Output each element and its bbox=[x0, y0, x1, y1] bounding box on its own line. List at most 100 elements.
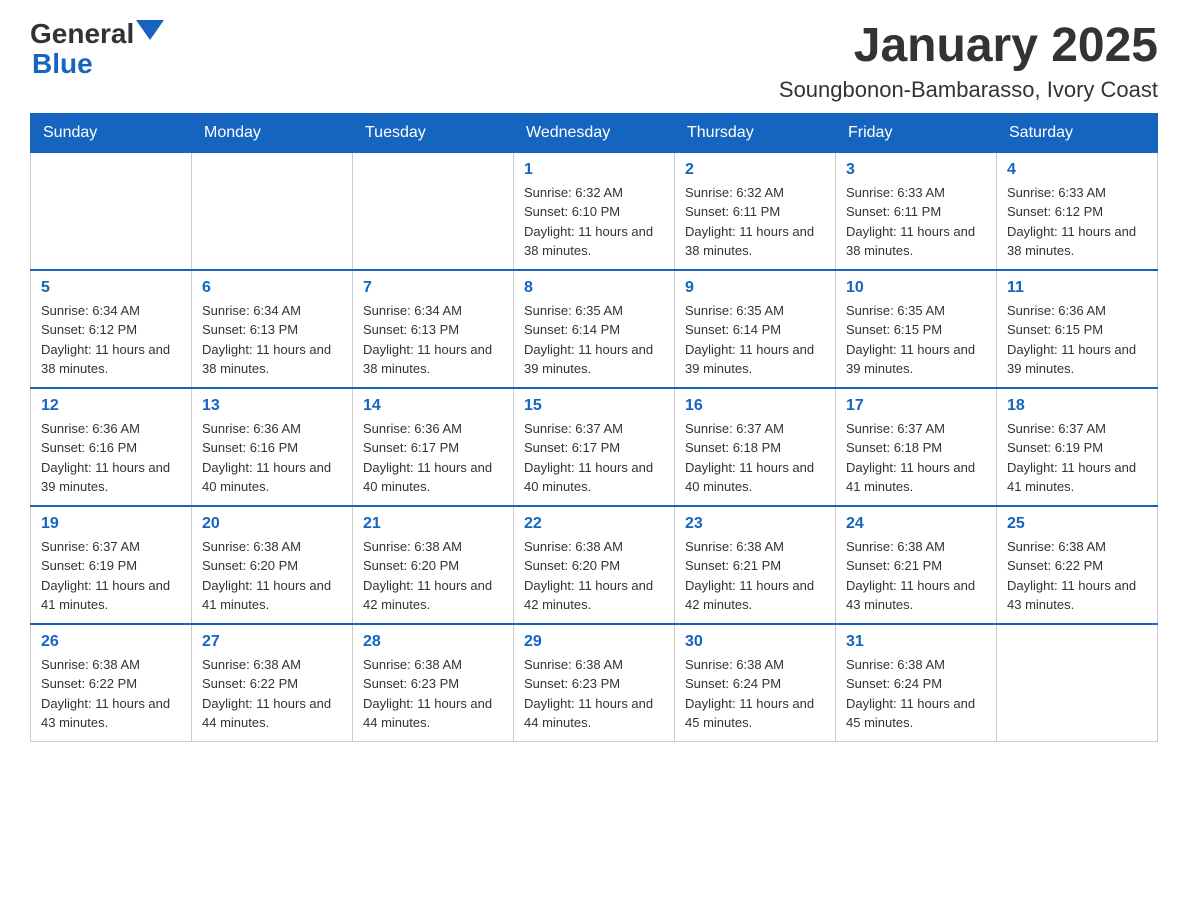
calendar-title: January 2025 bbox=[779, 20, 1158, 73]
day-number: 2 bbox=[685, 161, 825, 179]
day-number: 12 bbox=[41, 397, 181, 415]
day-header-monday: Monday bbox=[192, 113, 353, 152]
day-info: Sunrise: 6:36 AM Sunset: 6:16 PM Dayligh… bbox=[41, 419, 181, 497]
day-info: Sunrise: 6:37 AM Sunset: 6:17 PM Dayligh… bbox=[524, 419, 664, 497]
day-info: Sunrise: 6:32 AM Sunset: 6:10 PM Dayligh… bbox=[524, 183, 664, 261]
day-number: 27 bbox=[202, 633, 342, 651]
calendar-cell: 30Sunrise: 6:38 AM Sunset: 6:24 PM Dayli… bbox=[675, 624, 836, 742]
calendar-cell: 17 Sunrise: 6:37 AM Sunset: 6:18 PM Dayli… bbox=[836, 388, 997, 506]
calendar-cell: 5 Sunrise: 6:34 AM Sunset: 6:12 PM Daylig… bbox=[31, 270, 192, 388]
calendar-cell: 4 Sunrise: 6:33 AM Sunset: 6:12 PM Daylig… bbox=[997, 152, 1158, 270]
calendar-cell: 29 Sunrise: 6:38 AM Sunset: 6:23 PM Dayli… bbox=[514, 624, 675, 742]
day-header-row: SundayMondayTuesdayWednesdayThursdayFrid… bbox=[31, 113, 1158, 152]
day-info: Sunrise: 6:37 AM Sunset: 6:19 PM Dayligh… bbox=[1007, 419, 1147, 497]
day-info: Sunrise: 6:34 AM Sunset: 6:13 PM Dayligh… bbox=[202, 301, 342, 379]
page-header: General Blue January 2025 Soungbonon-Bam… bbox=[30, 20, 1158, 103]
calendar-cell: 27Sunrise: 6:38 AM Sunset: 6:22 PM Dayli… bbox=[192, 624, 353, 742]
day-info: Sunrise: 6:37 AM Sunset: 6:18 PM Dayligh… bbox=[846, 419, 986, 497]
calendar-cell: 20 Sunrise: 6:38 AM Sunset: 6:20 PM Dayli… bbox=[192, 506, 353, 624]
calendar-header: SundayMondayTuesdayWednesdayThursdayFrid… bbox=[31, 113, 1158, 152]
day-number: 21 bbox=[363, 515, 503, 533]
calendar-cell bbox=[192, 152, 353, 270]
calendar-cell bbox=[353, 152, 514, 270]
calendar-subtitle: Soungbonon-Bambarasso, Ivory Coast bbox=[779, 77, 1158, 103]
day-info: Sunrise: 6:38 AM Sunset: 6:20 PM Dayligh… bbox=[524, 537, 664, 615]
day-header-saturday: Saturday bbox=[997, 113, 1158, 152]
day-info: Sunrise: 6:34 AM Sunset: 6:13 PM Dayligh… bbox=[363, 301, 503, 379]
day-header-friday: Friday bbox=[836, 113, 997, 152]
day-number: 14 bbox=[363, 397, 503, 415]
day-info: Sunrise: 6:35 AM Sunset: 6:14 PM Dayligh… bbox=[524, 301, 664, 379]
day-number: 1 bbox=[524, 161, 664, 179]
day-header-sunday: Sunday bbox=[31, 113, 192, 152]
logo-triangle-icon bbox=[136, 20, 164, 40]
day-number: 8 bbox=[524, 279, 664, 297]
calendar-cell: 22 Sunrise: 6:38 AM Sunset: 6:20 PM Dayli… bbox=[514, 506, 675, 624]
calendar-cell bbox=[31, 152, 192, 270]
day-info: Sunrise: 6:38 AM Sunset: 6:23 PM Dayligh… bbox=[524, 655, 664, 733]
day-number: 15 bbox=[524, 397, 664, 415]
calendar-cell: 8 Sunrise: 6:35 AM Sunset: 6:14 PM Daylig… bbox=[514, 270, 675, 388]
day-info: Sunrise: 6:37 AM Sunset: 6:19 PM Dayligh… bbox=[41, 537, 181, 615]
calendar-cell: 13Sunrise: 6:36 AM Sunset: 6:16 PM Dayli… bbox=[192, 388, 353, 506]
day-number: 23 bbox=[685, 515, 825, 533]
calendar-cell: 28 Sunrise: 6:38 AM Sunset: 6:23 PM Dayli… bbox=[353, 624, 514, 742]
day-number: 4 bbox=[1007, 161, 1147, 179]
day-info: Sunrise: 6:33 AM Sunset: 6:12 PM Dayligh… bbox=[1007, 183, 1147, 261]
calendar-cell: 3 Sunrise: 6:33 AM Sunset: 6:11 PM Daylig… bbox=[836, 152, 997, 270]
day-number: 19 bbox=[41, 515, 181, 533]
calendar-cell: 14Sunrise: 6:36 AM Sunset: 6:17 PM Dayli… bbox=[353, 388, 514, 506]
calendar-cell: 16Sunrise: 6:37 AM Sunset: 6:18 PM Dayli… bbox=[675, 388, 836, 506]
day-number: 29 bbox=[524, 633, 664, 651]
day-number: 7 bbox=[363, 279, 503, 297]
calendar-cell: 10 Sunrise: 6:35 AM Sunset: 6:15 PM Dayli… bbox=[836, 270, 997, 388]
day-number: 6 bbox=[202, 279, 342, 297]
calendar-cell: 21Sunrise: 6:38 AM Sunset: 6:20 PM Dayli… bbox=[353, 506, 514, 624]
day-number: 20 bbox=[202, 515, 342, 533]
day-info: Sunrise: 6:35 AM Sunset: 6:15 PM Dayligh… bbox=[846, 301, 986, 379]
day-number: 5 bbox=[41, 279, 181, 297]
day-info: Sunrise: 6:33 AM Sunset: 6:11 PM Dayligh… bbox=[846, 183, 986, 261]
day-info: Sunrise: 6:36 AM Sunset: 6:15 PM Dayligh… bbox=[1007, 301, 1147, 379]
day-header-tuesday: Tuesday bbox=[353, 113, 514, 152]
calendar-cell: 7 Sunrise: 6:34 AM Sunset: 6:13 PM Daylig… bbox=[353, 270, 514, 388]
calendar-body: 1 Sunrise: 6:32 AM Sunset: 6:10 PM Daylig… bbox=[31, 152, 1158, 741]
day-number: 3 bbox=[846, 161, 986, 179]
calendar-cell: 15 Sunrise: 6:37 AM Sunset: 6:17 PM Dayli… bbox=[514, 388, 675, 506]
day-number: 25 bbox=[1007, 515, 1147, 533]
calendar-cell: 18 Sunrise: 6:37 AM Sunset: 6:19 PM Dayli… bbox=[997, 388, 1158, 506]
calendar-cell: 1 Sunrise: 6:32 AM Sunset: 6:10 PM Daylig… bbox=[514, 152, 675, 270]
calendar-cell: 25 Sunrise: 6:38 AM Sunset: 6:22 PM Dayli… bbox=[997, 506, 1158, 624]
day-info: Sunrise: 6:38 AM Sunset: 6:24 PM Dayligh… bbox=[846, 655, 986, 733]
logo-general-text: General bbox=[30, 20, 134, 48]
calendar-week-5: 26Sunrise: 6:38 AM Sunset: 6:22 PM Dayli… bbox=[31, 624, 1158, 742]
logo-blue-text: Blue bbox=[32, 48, 93, 80]
day-info: Sunrise: 6:38 AM Sunset: 6:21 PM Dayligh… bbox=[846, 537, 986, 615]
calendar-week-1: 1 Sunrise: 6:32 AM Sunset: 6:10 PM Daylig… bbox=[31, 152, 1158, 270]
calendar-cell: 9 Sunrise: 6:35 AM Sunset: 6:14 PM Daylig… bbox=[675, 270, 836, 388]
day-number: 17 bbox=[846, 397, 986, 415]
day-info: Sunrise: 6:38 AM Sunset: 6:20 PM Dayligh… bbox=[202, 537, 342, 615]
calendar-week-3: 12 Sunrise: 6:36 AM Sunset: 6:16 PM Dayli… bbox=[31, 388, 1158, 506]
day-info: Sunrise: 6:38 AM Sunset: 6:21 PM Dayligh… bbox=[685, 537, 825, 615]
day-number: 16 bbox=[685, 397, 825, 415]
day-number: 13 bbox=[202, 397, 342, 415]
day-info: Sunrise: 6:35 AM Sunset: 6:14 PM Dayligh… bbox=[685, 301, 825, 379]
day-info: Sunrise: 6:38 AM Sunset: 6:23 PM Dayligh… bbox=[363, 655, 503, 733]
calendar-cell: 19 Sunrise: 6:37 AM Sunset: 6:19 PM Dayli… bbox=[31, 506, 192, 624]
day-header-wednesday: Wednesday bbox=[514, 113, 675, 152]
day-header-thursday: Thursday bbox=[675, 113, 836, 152]
day-info: Sunrise: 6:38 AM Sunset: 6:22 PM Dayligh… bbox=[1007, 537, 1147, 615]
day-number: 9 bbox=[685, 279, 825, 297]
day-info: Sunrise: 6:34 AM Sunset: 6:12 PM Dayligh… bbox=[41, 301, 181, 379]
day-number: 28 bbox=[363, 633, 503, 651]
day-number: 18 bbox=[1007, 397, 1147, 415]
calendar-cell: 11Sunrise: 6:36 AM Sunset: 6:15 PM Dayli… bbox=[997, 270, 1158, 388]
calendar-cell: 23 Sunrise: 6:38 AM Sunset: 6:21 PM Dayli… bbox=[675, 506, 836, 624]
day-number: 24 bbox=[846, 515, 986, 533]
calendar-cell: 12 Sunrise: 6:36 AM Sunset: 6:16 PM Dayli… bbox=[31, 388, 192, 506]
day-number: 30 bbox=[685, 633, 825, 651]
day-number: 22 bbox=[524, 515, 664, 533]
day-info: Sunrise: 6:32 AM Sunset: 6:11 PM Dayligh… bbox=[685, 183, 825, 261]
day-number: 10 bbox=[846, 279, 986, 297]
